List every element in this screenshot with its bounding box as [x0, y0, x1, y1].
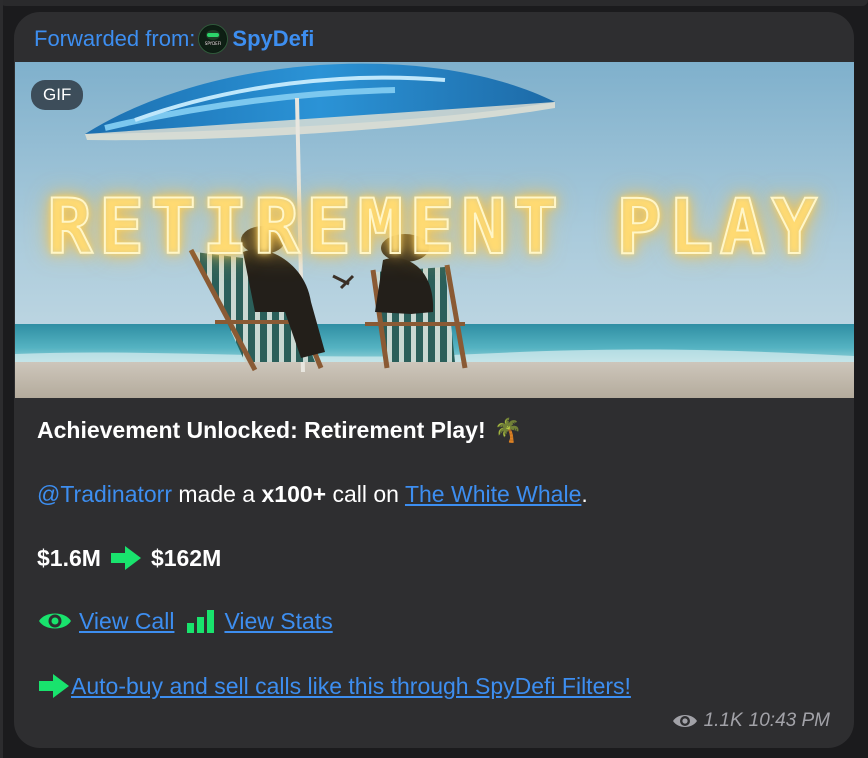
message-bubble[interactable]: Forwarded from: SPYDEFI SpyDefi RETIREME…: [14, 12, 854, 748]
headline-text: Achievement Unlocked: Retirement Play!: [37, 416, 486, 443]
chat-view: Forwarded from: SPYDEFI SpyDefi RETIREME…: [0, 0, 868, 758]
call-summary-line: @Tradinatorr made a x100+ call on The Wh…: [37, 478, 588, 510]
eye-icon: [39, 613, 71, 629]
message-meta: 1.1K 10:43 PM: [672, 708, 830, 734]
gif-badge: GIF: [31, 80, 84, 110]
view-stats-link[interactable]: View Stats: [224, 608, 332, 635]
gif-overlay-title: RETIREMENT PLAY: [46, 181, 824, 272]
gif-media[interactable]: RETIREMENT PLAY GIF: [15, 62, 854, 398]
message-time: 10:43 PM: [748, 710, 830, 731]
view-call-link[interactable]: View Call: [79, 608, 174, 635]
views-count: 1.1K: [703, 710, 743, 731]
forwarded-channel-link[interactable]: SpyDefi: [232, 26, 314, 52]
view-links-line: View Call View Stats: [37, 605, 333, 637]
chat-side-line: [0, 0, 3, 758]
period-text: .: [581, 480, 588, 507]
views-eye-icon: [672, 715, 697, 727]
message-headline: Achievement Unlocked: Retirement Play! 🌴: [37, 410, 522, 450]
autobuy-line: Auto-buy and sell calls like this throug…: [37, 670, 631, 702]
forwarded-header[interactable]: Forwarded from: SPYDEFI SpyDefi: [34, 24, 314, 54]
autobuy-link[interactable]: Auto-buy and sell calls like this throug…: [71, 673, 631, 700]
multiplier-text: x100+: [261, 480, 327, 507]
svg-text:SPYDEFI: SPYDEFI: [205, 41, 221, 46]
market-cap-line: $1.6M $162M: [37, 542, 221, 574]
bar-chart-icon: [187, 610, 215, 633]
from-market-cap: $1.6M: [37, 544, 101, 571]
to-market-cap: $162M: [150, 544, 222, 571]
right-arrow-icon: [39, 674, 69, 698]
previous-message-edge: [0, 0, 868, 6]
palm-tree-icon: 🌴: [493, 416, 523, 443]
token-link[interactable]: The White Whale: [405, 481, 581, 508]
right-arrow-icon: [110, 546, 141, 570]
spydefi-logo-icon[interactable]: SPYDEFI: [198, 24, 229, 54]
user-mention-link[interactable]: @Tradinatorr: [37, 481, 172, 508]
forwarded-label: Forwarded from:: [34, 26, 196, 51]
call-on-text: call on: [326, 480, 399, 507]
made-a-text: made a: [171, 480, 262, 507]
